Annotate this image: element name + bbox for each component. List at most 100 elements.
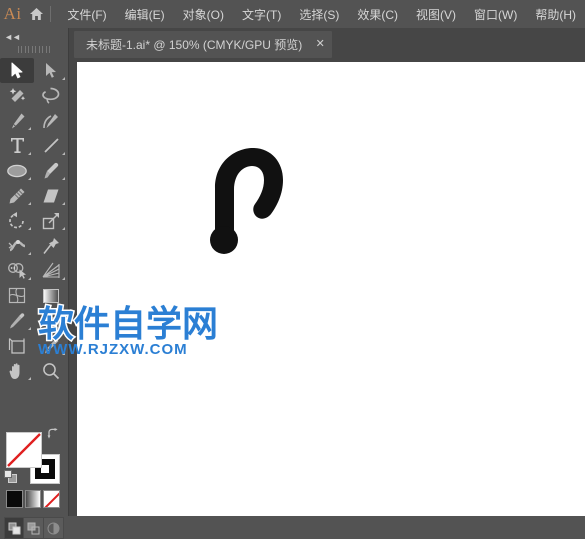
paintbrush-icon bbox=[44, 162, 58, 178]
line-segment-tool[interactable] bbox=[34, 133, 68, 158]
tools-row bbox=[0, 58, 68, 83]
free-transform-tool[interactable] bbox=[34, 233, 68, 258]
paintbrush-tool[interactable] bbox=[34, 158, 68, 183]
flyout-indicator bbox=[28, 227, 31, 230]
artboard-tool[interactable] bbox=[0, 333, 34, 358]
artboard[interactable] bbox=[77, 62, 585, 516]
hook-shape-path[interactable] bbox=[195, 140, 291, 256]
tools-row bbox=[0, 233, 68, 258]
home-icon[interactable] bbox=[25, 0, 47, 28]
slice-tool[interactable] bbox=[34, 333, 68, 358]
selection-tool[interactable] bbox=[0, 58, 34, 83]
white-arrow-cursor-icon bbox=[45, 63, 56, 78]
default-fill-stroke-icon[interactable] bbox=[4, 470, 17, 483]
menu-help[interactable]: 帮助(H) bbox=[526, 0, 585, 28]
eraser-tool[interactable] bbox=[34, 183, 68, 208]
mesh-grid-icon bbox=[8, 287, 26, 304]
ellipse-tool[interactable] bbox=[0, 158, 34, 183]
lasso-icon bbox=[42, 87, 60, 104]
magnifier-icon bbox=[43, 362, 60, 379]
ai-logo: Ai bbox=[3, 4, 22, 23]
width-icon bbox=[8, 240, 25, 252]
arrow-cursor-icon bbox=[11, 62, 22, 79]
blend-tool[interactable] bbox=[34, 308, 68, 333]
color-mode-buttons bbox=[6, 490, 62, 512]
tools-row bbox=[0, 158, 68, 183]
direct-selection-tool[interactable] bbox=[34, 58, 68, 83]
flyout-indicator bbox=[28, 202, 31, 205]
menu-file[interactable]: 文件(F) bbox=[58, 0, 115, 28]
tools-row bbox=[0, 308, 68, 333]
zoom-tool[interactable] bbox=[34, 358, 68, 383]
swap-fill-stroke-icon[interactable] bbox=[47, 428, 59, 440]
close-icon[interactable]: ✕ bbox=[314, 39, 326, 50]
none-swatch-button[interactable] bbox=[43, 490, 61, 508]
scale-tool[interactable] bbox=[34, 208, 68, 233]
panel-grip-handle[interactable] bbox=[18, 46, 50, 53]
tools-panel: ◄◄ bbox=[0, 28, 69, 539]
flyout-indicator bbox=[28, 252, 31, 255]
pencil-icon bbox=[9, 188, 25, 203]
illustrator-window: Ai 文件(F) 编辑(E) 对象(O) 文字(T) 选择(S) 效果(C) 视… bbox=[0, 0, 585, 539]
line-icon bbox=[43, 138, 59, 153]
perspective-grid-tool[interactable] bbox=[34, 258, 68, 283]
slice-knife-icon bbox=[45, 338, 59, 353]
shape-builder-icon bbox=[7, 263, 26, 279]
canvas-area[interactable] bbox=[68, 58, 585, 516]
ellipse-icon bbox=[7, 164, 27, 177]
rotate-icon bbox=[9, 211, 24, 228]
collapse-panel-icon[interactable]: ◄◄ bbox=[4, 31, 21, 43]
hand-tool[interactable] bbox=[0, 358, 34, 383]
hand-icon bbox=[9, 362, 20, 379]
fill-stroke-controls bbox=[0, 426, 68, 488]
flyout-indicator bbox=[62, 352, 65, 355]
type-tool[interactable] bbox=[0, 133, 34, 158]
draw-inside-button[interactable] bbox=[44, 518, 63, 538]
gradient-tool[interactable] bbox=[34, 283, 68, 308]
flyout-indicator bbox=[62, 227, 65, 230]
flyout-indicator bbox=[62, 77, 65, 80]
menu-effect[interactable]: 效果(C) bbox=[348, 0, 407, 28]
menu-type[interactable]: 文字(T) bbox=[233, 0, 290, 28]
artboard-icon bbox=[8, 337, 25, 354]
tools-row bbox=[0, 208, 68, 233]
gradient-swatch-button[interactable] bbox=[24, 490, 42, 508]
curvature-pen-icon bbox=[43, 113, 58, 128]
tools-row bbox=[0, 258, 68, 283]
shape-builder-tool[interactable] bbox=[0, 258, 34, 283]
flyout-indicator bbox=[28, 127, 31, 130]
tools-row bbox=[0, 283, 68, 308]
rotate-tool[interactable] bbox=[0, 208, 34, 233]
document-tab[interactable]: 未标题-1.ai* @ 150% (CMYK/GPU 预览) ✕ bbox=[74, 31, 333, 58]
menu-view[interactable]: 视图(V) bbox=[407, 0, 465, 28]
fill-swatch[interactable] bbox=[6, 432, 42, 468]
eyedropper-tool[interactable] bbox=[0, 308, 34, 333]
tools-row bbox=[0, 83, 68, 108]
flyout-indicator bbox=[62, 152, 65, 155]
flyout-indicator bbox=[62, 202, 65, 205]
width-tool[interactable] bbox=[0, 233, 34, 258]
pencil-tool[interactable] bbox=[0, 183, 34, 208]
mesh-tool[interactable] bbox=[0, 283, 34, 308]
draw-behind-button[interactable] bbox=[24, 518, 44, 538]
color-swatch-button[interactable] bbox=[6, 490, 23, 508]
menu-object[interactable]: 对象(O) bbox=[174, 0, 233, 28]
magic-wand-tool[interactable] bbox=[0, 83, 34, 108]
draw-normal-button[interactable] bbox=[5, 518, 25, 538]
tools-row bbox=[0, 183, 68, 208]
lasso-tool[interactable] bbox=[34, 83, 68, 108]
magic-wand-icon bbox=[9, 88, 25, 102]
eraser-icon bbox=[43, 189, 59, 202]
flyout-indicator bbox=[62, 277, 65, 280]
scale-icon bbox=[42, 212, 59, 229]
pen-tool[interactable] bbox=[0, 108, 34, 133]
menu-window[interactable]: 窗口(W) bbox=[465, 0, 526, 28]
curvature-tool[interactable] bbox=[34, 108, 68, 133]
menu-edit[interactable]: 编辑(E) bbox=[116, 0, 174, 28]
tools-grid bbox=[0, 58, 68, 383]
perspective-grid-icon bbox=[42, 262, 60, 278]
menu-select[interactable]: 选择(S) bbox=[290, 0, 348, 28]
blend-icon bbox=[42, 312, 60, 329]
flyout-indicator bbox=[28, 177, 31, 180]
tools-row bbox=[0, 133, 68, 158]
